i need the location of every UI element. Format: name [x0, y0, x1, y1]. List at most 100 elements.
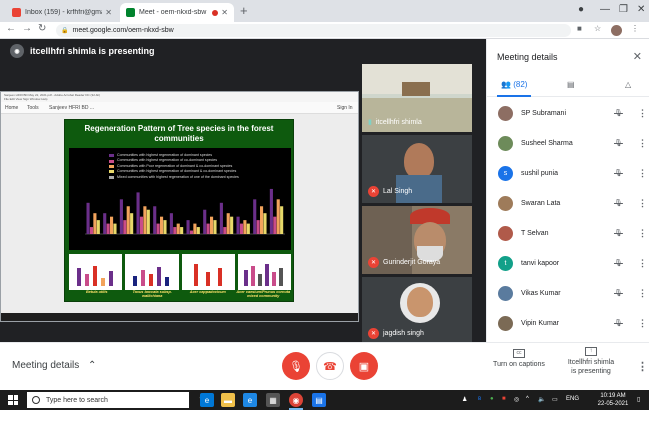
bluetooth-icon[interactable]: ʙ	[478, 396, 481, 402]
more-options-icon[interactable]: ⋮	[638, 228, 649, 239]
participant-row[interactable]: Swaran Lata 🎙 ⋮	[487, 189, 649, 217]
turn-on-captions-button[interactable]: cc Turn on captions	[490, 349, 548, 368]
taskbar-clock[interactable]: 10:19 AM 22-05-2021	[595, 392, 631, 408]
participant-row[interactable]: Vikas Kumar 🎙 ⋮	[487, 279, 649, 307]
caption: Acer caesium/Prunus cornuta mixed commun…	[236, 290, 291, 298]
tray-app-icon[interactable]: ●	[490, 396, 494, 402]
tray-alert-icon[interactable]: ■	[502, 396, 506, 402]
more-options-icon[interactable]: ⋮	[638, 318, 649, 329]
chart-bar	[96, 220, 100, 234]
mic-off-icon[interactable]: 🎙	[614, 229, 628, 237]
more-options-icon[interactable]: ⋮	[638, 138, 649, 149]
participant-row[interactable]: SP Subramani 🎙 ⋮	[487, 99, 649, 127]
video-tile[interactable]: ✕ jagdish singh	[362, 277, 472, 345]
video-tile[interactable]: ✕ Gurinderjit Goraya	[362, 206, 472, 274]
chart-bar	[260, 206, 264, 234]
chart-bar	[273, 216, 277, 234]
chart-bar	[213, 220, 217, 234]
participant-name: Vikas Kumar	[521, 289, 561, 297]
chrome-icon[interactable]: ◉	[289, 393, 303, 407]
mic-off-icon[interactable]: 🎙	[614, 139, 628, 147]
notifications-icon[interactable]: ▯	[637, 396, 640, 403]
mic-off-icon: 🎙	[289, 360, 303, 373]
maximize-button[interactable]: ❐	[619, 4, 628, 15]
participant-row[interactable]: Susheel Sharma 🎙 ⋮	[487, 129, 649, 157]
chart-bar	[136, 192, 140, 234]
star-icon[interactable]: ☆	[594, 24, 601, 33]
windows-start-icon[interactable]	[8, 395, 18, 405]
keyboard-lang[interactable]: ENG	[566, 396, 579, 402]
participant-row[interactable]: t tanvi kapoor 🎙 ⋮	[487, 249, 649, 277]
mic-off-icon[interactable]: 🎙	[614, 199, 628, 207]
mic-off-icon[interactable]: 🎙	[614, 289, 628, 297]
shapes-icon: △	[625, 80, 632, 89]
more-options-icon[interactable]: ⋮	[638, 258, 649, 269]
close-tab-icon[interactable]: ✕	[105, 8, 112, 17]
video-tile[interactable]: ✕ Lal Singh	[362, 135, 472, 203]
more-options-icon[interactable]: ⋮	[638, 198, 649, 209]
ie-icon[interactable]: e	[243, 393, 257, 407]
mic-off-icon[interactable]: 🎙	[614, 319, 628, 327]
more-options-icon[interactable]: ⋮	[638, 168, 649, 179]
chart-bar	[276, 199, 280, 234]
chart-bar	[269, 188, 273, 234]
url-field[interactable]: 🔒 meet.google.com/oem-nkxd-sbw	[56, 24, 571, 37]
mic-off-icon[interactable]: 🎙	[614, 109, 628, 117]
meeting-details-button[interactable]: Meeting details ⌃	[12, 360, 96, 371]
participant-row[interactable]: Vipin Kumar 🎙 ⋮	[487, 309, 649, 337]
profile-dot-icon[interactable]: ●	[578, 4, 584, 15]
back-arrow-icon[interactable]: ←	[6, 23, 16, 34]
network-icon[interactable]: ▭	[552, 396, 558, 403]
presenting-button[interactable]: ↑ Itcellhfri shimla is presenting	[560, 347, 622, 376]
new-tab-button[interactable]: +	[240, 3, 248, 18]
tile-name: ✕ jagdish singh	[368, 328, 424, 339]
search-icon	[32, 396, 40, 404]
avatar[interactable]	[611, 25, 622, 36]
video-tile[interactable]: ▮ itcellhfri shimla	[362, 64, 472, 132]
minimize-button[interactable]: —	[600, 4, 610, 15]
mic-off-icon: ✕	[368, 257, 379, 268]
reader-tool-doc: Sanjeev HFRI BD ...	[49, 105, 95, 111]
selected-tab-indicator	[497, 95, 531, 97]
close-icon[interactable]: ✕	[633, 50, 642, 63]
camera-icon[interactable]: ■	[577, 24, 582, 33]
store-icon[interactable]: ▦	[266, 393, 280, 407]
menu-kebab-icon[interactable]: ⋮	[631, 24, 639, 33]
tab-gmail[interactable]: Inbox (159) - krfhfri@gmail.com ✕	[6, 3, 118, 22]
mic-toggle-button[interactable]: 🎙	[282, 352, 310, 380]
chart-bar	[180, 227, 184, 234]
more-options-icon[interactable]: ⋮	[638, 288, 649, 299]
tab-people[interactable]: 👥 (82)	[501, 80, 527, 89]
leave-call-button[interactable]: ☎	[316, 352, 344, 380]
gmail-icon	[12, 8, 21, 17]
tray-app-icon[interactable]: ◎	[514, 396, 519, 403]
file-explorer-icon[interactable]: ▬	[221, 393, 235, 407]
camera-toggle-button[interactable]: ▣	[350, 352, 378, 380]
chart-bar	[210, 216, 214, 234]
avatar: s	[498, 165, 513, 181]
tab-meet[interactable]: Meet - oem-nkxd-sbw ✕	[120, 3, 234, 22]
edge-icon[interactable]: e	[200, 393, 214, 407]
participant-name: Swaran Lata	[521, 199, 561, 207]
more-options-icon[interactable]: ⋮	[637, 360, 648, 373]
presentation-slide: Regeneration Pattern of Tree species in …	[64, 119, 294, 302]
speaker-icon[interactable]: 🔈	[538, 396, 545, 403]
outlook-icon[interactable]: ▤	[312, 393, 326, 407]
person-icon[interactable]: ♟	[462, 396, 467, 403]
reload-icon[interactable]: ↻	[38, 23, 46, 34]
mic-off-icon[interactable]: 🎙	[614, 169, 628, 177]
tab-chat[interactable]: ▤	[567, 80, 575, 89]
more-options-icon[interactable]: ⋮	[638, 108, 649, 119]
close-tab-icon[interactable]: ✕	[221, 8, 228, 17]
mic-off-icon[interactable]: 🎙	[614, 259, 628, 267]
avatar	[498, 105, 513, 121]
chevron-up-icon[interactable]: ^	[526, 396, 529, 402]
forward-arrow-icon[interactable]: →	[22, 23, 32, 34]
participant-row[interactable]: T Selvan 🎙 ⋮	[487, 219, 649, 247]
taskbar-search-box[interactable]: Type here to search	[27, 392, 189, 408]
tab-activities[interactable]: △	[625, 80, 631, 89]
participant-row[interactable]: s sushil punia 🎙 ⋮	[487, 159, 649, 187]
close-window-button[interactable]: ✕	[637, 4, 645, 15]
shared-taskbar	[1, 313, 358, 321]
chart-bar	[203, 209, 207, 234]
